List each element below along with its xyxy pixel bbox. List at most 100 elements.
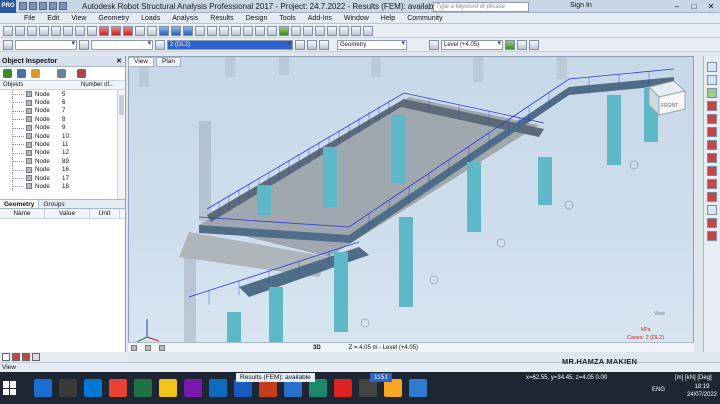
table-icon[interactable] xyxy=(327,25,337,36)
grid-icon[interactable] xyxy=(145,344,151,351)
filter-mode-icon[interactable] xyxy=(32,353,40,361)
app3-icon[interactable] xyxy=(409,379,427,397)
col-number[interactable]: Number of... xyxy=(78,81,114,89)
view-yz-icon[interactable] xyxy=(255,25,265,36)
undo-icon[interactable] xyxy=(49,2,57,10)
edit-icon[interactable] xyxy=(147,25,157,36)
copy-icon[interactable] xyxy=(75,25,85,36)
model-viewport[interactable]: FRONT kPa Cases: 2 (DL2) View xyxy=(128,56,694,352)
delete-icon[interactable] xyxy=(99,25,109,36)
screen-capture-icon[interactable] xyxy=(351,25,361,36)
outlook-icon[interactable] xyxy=(209,379,227,397)
redo-arrow-icon[interactable] xyxy=(123,25,133,36)
maximize-button[interactable]: □ xyxy=(687,1,701,11)
color-icon[interactable] xyxy=(12,353,20,361)
tree-item[interactable]: Node 9 xyxy=(0,123,125,134)
tree-item[interactable]: Node 11 xyxy=(0,140,125,150)
tree-item[interactable]: Node 8 xyxy=(0,115,125,125)
help-icon[interactable] xyxy=(363,25,373,36)
filter-icon[interactable] xyxy=(3,69,12,78)
bar-selection-field[interactable] xyxy=(91,39,153,50)
filter-icon[interactable] xyxy=(319,39,329,50)
level-select[interactable]: Level (+4.05) xyxy=(441,39,503,50)
menu-loads[interactable]: Loads xyxy=(141,15,160,22)
mesh-icon[interactable] xyxy=(707,192,717,202)
menu-geometry[interactable]: Geometry xyxy=(98,15,129,22)
offset-icon[interactable] xyxy=(707,166,717,176)
node-select-icon[interactable] xyxy=(3,39,13,50)
tab-plan[interactable]: Plan xyxy=(155,57,181,67)
language-indicator[interactable]: ENG xyxy=(652,387,665,393)
bar-select-icon[interactable] xyxy=(79,39,89,50)
select-mode-icon[interactable] xyxy=(2,353,10,361)
menu-file[interactable]: File xyxy=(24,15,35,22)
undo-arrow-icon[interactable] xyxy=(111,25,121,36)
minimize-button[interactable]: – xyxy=(670,1,684,11)
report-icon[interactable] xyxy=(339,25,349,36)
zoom-icon[interactable] xyxy=(707,62,717,72)
open-icon[interactable] xyxy=(29,2,37,10)
view-xy-icon[interactable] xyxy=(267,25,277,36)
settings-app-icon[interactable] xyxy=(59,379,77,397)
view-xz-icon[interactable] xyxy=(243,25,253,36)
search-icon[interactable] xyxy=(57,69,66,78)
menu-window[interactable]: Window xyxy=(344,15,369,22)
new-file-icon[interactable] xyxy=(3,25,13,36)
rotate-icon[interactable] xyxy=(219,25,229,36)
panel-icon[interactable] xyxy=(707,127,717,137)
system-clock[interactable]: 18:19 24/07/2022 xyxy=(687,383,717,399)
next-case-icon[interactable] xyxy=(307,39,317,50)
tree-item[interactable]: Node 5 xyxy=(0,90,125,100)
tree-item[interactable]: Node 16 xyxy=(0,165,125,175)
scroll-thumb[interactable] xyxy=(119,95,124,115)
tree-item[interactable]: Node 10 xyxy=(0,131,125,142)
zoom-window-icon[interactable] xyxy=(159,25,169,36)
properties-icon[interactable] xyxy=(303,25,313,36)
section-icon[interactable] xyxy=(707,140,717,150)
app-logo[interactable]: PRO xyxy=(0,0,16,13)
zoom-all-icon[interactable] xyxy=(195,25,205,36)
menu-results[interactable]: Results xyxy=(210,15,233,22)
menu-edit[interactable]: Edit xyxy=(47,15,59,22)
signin-link[interactable]: Sign In xyxy=(570,2,592,9)
print-preview-icon[interactable] xyxy=(51,25,61,36)
zoom-in-icon[interactable] xyxy=(171,25,181,36)
pan-icon[interactable] xyxy=(207,25,217,36)
explorer-icon[interactable] xyxy=(159,379,177,397)
prev-case-icon[interactable] xyxy=(295,39,305,50)
calculation-icon[interactable] xyxy=(315,25,325,36)
onenote-icon[interactable] xyxy=(184,379,202,397)
tree-icon[interactable] xyxy=(17,69,26,78)
col-unit[interactable]: Unit xyxy=(90,209,120,218)
col-objects[interactable]: Objects xyxy=(0,81,78,89)
open-file-icon[interactable] xyxy=(15,25,25,36)
menu-help[interactable]: Help xyxy=(381,15,395,22)
tree-item[interactable]: Node 18 xyxy=(0,182,125,192)
save-icon[interactable] xyxy=(39,2,47,10)
redo-icon[interactable] xyxy=(59,2,67,10)
print-icon[interactable] xyxy=(39,25,49,36)
menu-addins[interactable]: Add-Ins xyxy=(308,15,332,22)
map-icon[interactable] xyxy=(707,218,717,228)
node-selection-field[interactable] xyxy=(15,39,77,50)
menu-view[interactable]: View xyxy=(71,15,86,22)
release-icon[interactable] xyxy=(707,153,717,163)
results-icon[interactable] xyxy=(707,205,717,215)
hp-app-icon[interactable] xyxy=(84,379,102,397)
pan-icon[interactable] xyxy=(707,75,717,85)
level-settings-icon[interactable] xyxy=(529,39,539,50)
level-up-icon[interactable] xyxy=(505,39,515,50)
menu-tools[interactable]: Tools xyxy=(279,15,295,22)
col-name[interactable]: Name xyxy=(0,209,45,218)
load-icon[interactable] xyxy=(707,101,717,111)
chrome-icon[interactable] xyxy=(109,379,127,397)
support-icon[interactable] xyxy=(707,88,717,98)
tab-view[interactable]: View xyxy=(128,57,154,67)
load-case-select[interactable]: 2 (DL2) xyxy=(167,39,293,50)
settings-icon[interactable] xyxy=(77,69,86,78)
excel-icon[interactable] xyxy=(134,379,152,397)
bar-icon[interactable] xyxy=(707,114,717,124)
zoom-out-icon[interactable] xyxy=(183,25,193,36)
tree-item[interactable]: Node 12 xyxy=(0,148,125,159)
level-down-icon[interactable] xyxy=(517,39,527,50)
